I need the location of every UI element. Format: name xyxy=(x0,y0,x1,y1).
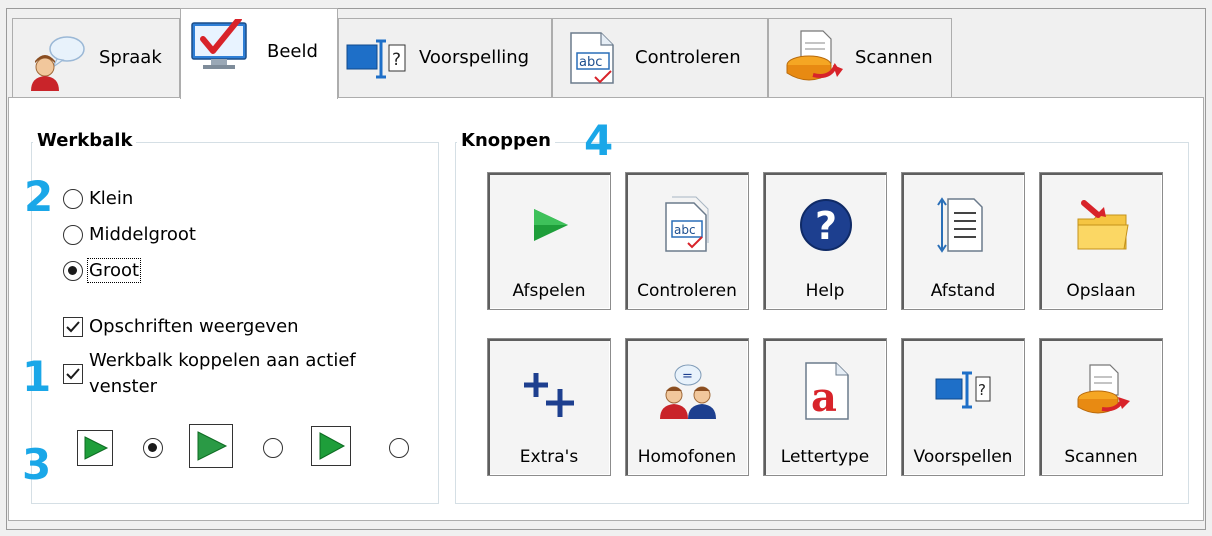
homophones-icon: = xyxy=(660,364,716,419)
radio-label: Middelgroot xyxy=(89,224,196,245)
button-label: Homofonen xyxy=(637,447,737,467)
svg-text:=: = xyxy=(682,369,693,384)
prediction-icon: ? xyxy=(935,371,991,409)
radio-klein[interactable] xyxy=(63,188,83,209)
button-afstand[interactable]: Afstand xyxy=(901,172,1025,310)
radio-groot[interactable] xyxy=(63,260,83,281)
tab-label: Controleren xyxy=(635,47,741,68)
size-option-middelgroot[interactable]: Middelgroot xyxy=(63,224,196,245)
line-spacing-icon xyxy=(937,197,983,253)
speaker-person-icon xyxy=(31,36,85,91)
button-voorspellen[interactable]: ? Voorspellen xyxy=(901,338,1025,476)
show-captions-checkbox[interactable] xyxy=(63,316,83,337)
tab-label: Voorspelling xyxy=(419,47,530,68)
preview-small-button xyxy=(77,430,113,466)
checkbox-label: Werkbalk koppelen aan actief venster xyxy=(89,350,356,397)
button-label: Extra's xyxy=(519,447,579,467)
tab-label: Beeld xyxy=(267,41,318,62)
tab-scannen[interactable]: Scannen xyxy=(768,18,952,98)
annotation-marker-1: 1 xyxy=(22,352,52,401)
text-cursor-icon: ? xyxy=(346,39,406,79)
svg-text:?: ? xyxy=(978,381,986,399)
annotation-marker-3: 3 xyxy=(22,440,52,489)
button-help[interactable]: ? Help xyxy=(763,172,887,310)
play-icon xyxy=(197,431,228,461)
button-opslaan[interactable]: Opslaan xyxy=(1039,172,1163,310)
svg-text:?: ? xyxy=(815,204,837,248)
play-icon xyxy=(84,436,109,460)
preview-large-button xyxy=(311,426,351,466)
tab-label: Scannen xyxy=(855,47,933,68)
radio-middelgroot[interactable] xyxy=(63,224,83,245)
svg-text:a: a xyxy=(811,374,837,421)
checkmark-icon xyxy=(66,320,80,332)
button-label: Afstand xyxy=(930,281,996,301)
button-label: Lettertype xyxy=(780,447,870,467)
button-homofonen[interactable]: = Homofonen xyxy=(625,338,749,476)
button-lettertype[interactable]: a Lettertype xyxy=(763,338,887,476)
svg-text:?: ? xyxy=(392,50,401,70)
button-afspelen[interactable]: Afspelen xyxy=(487,172,611,310)
annotation-marker-4: 4 xyxy=(584,116,614,165)
tab-label: Spraak xyxy=(99,47,162,68)
attach-toolbar-checkbox[interactable] xyxy=(63,364,83,384)
attach-toolbar-option[interactable]: Werkbalk koppelen aan actief venster xyxy=(63,348,409,400)
monitor-check-icon xyxy=(191,19,247,69)
font-a-icon: a xyxy=(805,362,849,421)
scanner-icon xyxy=(786,30,843,81)
preview-radio-medium[interactable] xyxy=(263,438,283,458)
play-icon xyxy=(534,209,568,241)
button-extras[interactable]: Extra's xyxy=(487,338,611,476)
svg-text:abc: abc xyxy=(674,223,696,237)
button-scannen[interactable]: Scannen xyxy=(1039,338,1163,476)
tab-beeld[interactable]: Beeld xyxy=(180,8,338,99)
button-label: Help xyxy=(805,281,845,301)
abc-check-icon: abc xyxy=(665,196,709,252)
radio-label: Klein xyxy=(89,188,134,209)
size-option-klein[interactable]: Klein xyxy=(63,188,133,209)
annotation-marker-2: 2 xyxy=(24,172,54,221)
werkbalk-title: Werkbalk xyxy=(33,130,137,151)
tab-controleren[interactable]: abc Controleren xyxy=(552,18,768,98)
save-folder-icon xyxy=(1077,199,1129,250)
button-label: Opslaan xyxy=(1066,281,1136,301)
radio-label: Groot xyxy=(86,258,142,283)
preview-radio-small[interactable] xyxy=(143,438,163,458)
button-label: Scannen xyxy=(1064,447,1138,467)
checkbox-label: Opschriften weergeven xyxy=(89,316,299,337)
button-controleren[interactable]: abc Controleren xyxy=(625,172,749,310)
show-captions-option[interactable]: Opschriften weergeven xyxy=(63,316,299,337)
scanner-icon xyxy=(1077,364,1130,414)
play-icon xyxy=(319,432,346,460)
button-label: Controleren xyxy=(637,281,737,301)
tab-spraak[interactable]: Spraak xyxy=(12,18,180,98)
size-option-groot[interactable]: Groot xyxy=(63,258,142,283)
preview-medium-button xyxy=(189,424,233,468)
extras-plus-icon xyxy=(524,373,574,417)
help-icon: ? xyxy=(800,199,852,251)
svg-text:abc: abc xyxy=(579,55,602,70)
button-label: Afspelen xyxy=(512,281,586,301)
button-label: Voorspellen xyxy=(913,447,1013,467)
knoppen-title: Knoppen xyxy=(457,130,555,151)
tab-voorspelling[interactable]: ? Voorspelling xyxy=(338,18,552,98)
preview-radio-large[interactable] xyxy=(389,438,409,458)
checkmark-icon xyxy=(66,368,80,380)
abc-check-icon: abc xyxy=(570,32,614,84)
